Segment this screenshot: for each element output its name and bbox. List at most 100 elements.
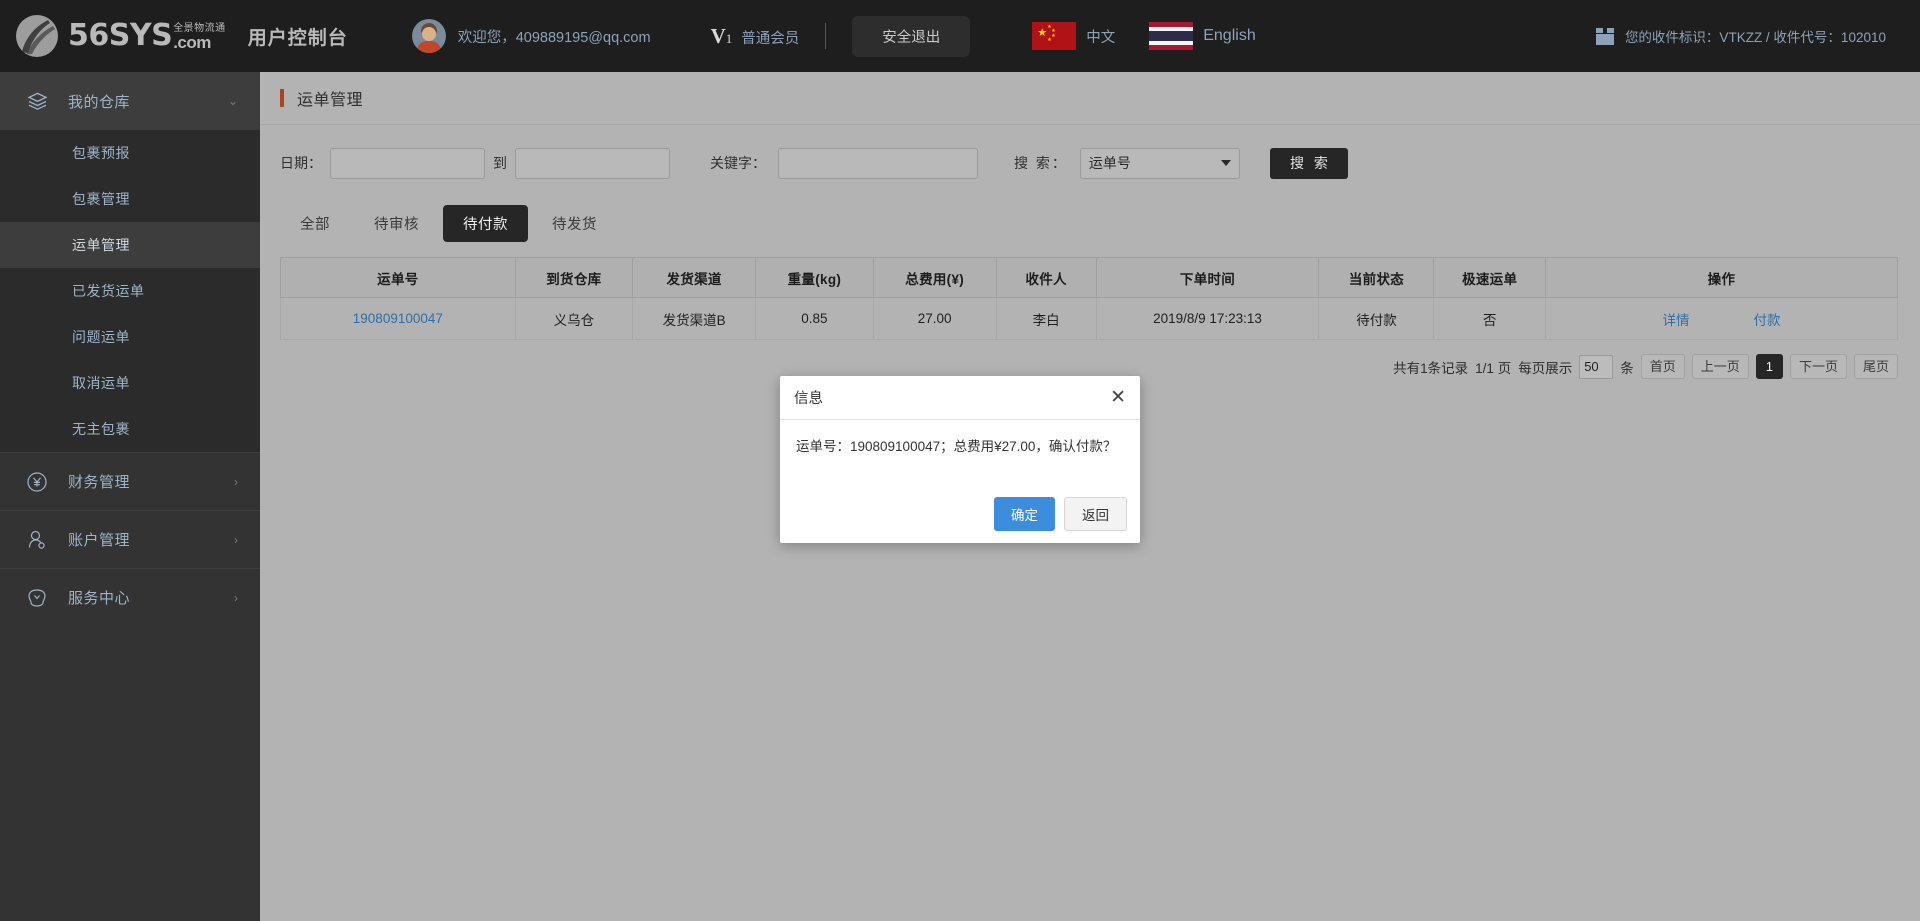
sidebar-item-cancelled-waybill[interactable]: 取消运单: [0, 360, 260, 406]
pagination-page-1-button[interactable]: 1: [1755, 354, 1783, 379]
search-field-select-wrap: 运单号: [1079, 147, 1240, 179]
avatar-face: [421, 27, 436, 41]
confirm-payment-dialog: 信息 ✕ 运单号：190809100047；总费用¥27.00，确认付款？ 确定…: [780, 376, 1140, 543]
user-icon: [22, 529, 52, 551]
confirm-button[interactable]: 确定: [994, 497, 1055, 531]
action-detail-link[interactable]: 详情: [1662, 309, 1689, 329]
tab-pending-review[interactable]: 待审核: [354, 205, 439, 242]
pagination-next-button[interactable]: 下一页: [1789, 354, 1847, 379]
sidebar-item-package-manage[interactable]: 包裹管理: [0, 176, 260, 222]
filter-bar: 日期： 到 关键字： 搜 索： 运单号 搜 索: [260, 125, 1920, 201]
flag-star-4: ★: [1047, 37, 1052, 43]
flag-stripe-blue: [1149, 31, 1194, 41]
cell-express: 否: [1433, 297, 1546, 340]
chevron-right-icon: ›: [234, 590, 238, 605]
chevron-right-icon: ›: [234, 474, 238, 489]
avatar[interactable]: [411, 19, 446, 53]
pagination-last-button[interactable]: 尾页: [1853, 354, 1898, 379]
sidebar-group-finance[interactable]: 财务管理 ›: [0, 452, 260, 510]
cell-total-fee: 27.00: [872, 297, 997, 340]
keyword-input[interactable]: [778, 147, 978, 179]
action-pay-link[interactable]: 付款: [1753, 309, 1780, 329]
sidebar-submenu-my-warehouse: 包裹预报 包裹管理 运单管理 已发货运单 问题运单 取消运单 无主包裹: [0, 130, 260, 452]
cell-actions: 详情 付款: [1544, 297, 1899, 340]
layers-icon: [22, 91, 52, 112]
per-page-label: 每页展示: [1518, 360, 1573, 376]
package-box-icon: [1595, 27, 1614, 45]
chevron-right-icon: ›: [234, 532, 238, 547]
receiver-info-group: 您的收件标识：VTKZZ / 收件代号：102010: [1595, 26, 1886, 46]
col-express: 极速运单: [1433, 257, 1546, 298]
box-body: [1595, 33, 1614, 45]
chevron-down-icon: [1220, 159, 1231, 166]
page-header: 运单管理: [260, 72, 1920, 124]
table-row: 190809100047 义乌仓 发货渠道B 0.85 27.00 李白 201…: [280, 297, 1899, 340]
cell-receiver: 李白: [995, 297, 1097, 340]
date-label: 日期：: [280, 155, 322, 171]
sidebar: 我的仓库 ⌄ 包裹预报 包裹管理 运单管理 已发货运单 问题运单 取消运单 无主…: [0, 72, 260, 921]
console-title: 用户控制台: [247, 27, 348, 49]
page-title: 运单管理: [297, 92, 364, 109]
cell-order-time: 2019/8/9 17:23:13: [1095, 297, 1320, 340]
receiver-info-text: 您的收件标识：VTKZZ / 收件代号：102010: [1624, 30, 1886, 45]
sidebar-group-service-center[interactable]: 服务中心 ›: [0, 568, 260, 626]
table-header-row: 运单号 到货仓库 发货渠道 重量(kg) 总费用(¥) 收件人 下单时间 当前状…: [280, 257, 1899, 298]
sidebar-item-package-forecast[interactable]: 包裹预报: [0, 130, 260, 176]
col-waybill-no: 运单号: [280, 257, 516, 298]
date-from-input[interactable]: [330, 147, 485, 179]
close-icon[interactable]: ✕: [1110, 388, 1126, 407]
col-total-fee: 总费用(¥): [872, 257, 997, 298]
cancel-button[interactable]: 返回: [1064, 497, 1127, 531]
header-divider: [825, 23, 827, 49]
keyword-label: 关键字：: [710, 155, 766, 171]
lang-english-label[interactable]: English: [1203, 27, 1255, 45]
sidebar-group-label: 财务管理: [68, 474, 131, 491]
site-logo[interactable]: 56SYS 全景物流通 .com: [14, 13, 226, 59]
china-flag-icon[interactable]: ★ ★ ★ ★ ★: [1032, 22, 1077, 50]
waybill-table: 运单号 到货仓库 发货渠道 重量(kg) 总费用(¥) 收件人 下单时间 当前状…: [280, 257, 1899, 340]
sidebar-item-unclaimed-package[interactable]: 无主包裹: [0, 406, 260, 452]
membership-badge: V 1 普通会员: [711, 24, 800, 49]
per-page-input[interactable]: [1579, 354, 1614, 379]
tab-all[interactable]: 全部: [280, 205, 350, 242]
search-field-label: 搜 索：: [1014, 155, 1068, 171]
logo-brand-text: 56SYS: [68, 18, 173, 53]
thailand-flag-icon[interactable]: [1149, 22, 1194, 50]
member-label: 普通会员: [741, 30, 800, 47]
col-receiver: 收件人: [995, 257, 1097, 298]
tab-pending-payment[interactable]: 待付款: [443, 204, 528, 242]
cell-weight: 0.85: [755, 297, 874, 340]
cell-channel: 发货渠道B: [632, 297, 757, 340]
waybill-table-wrap: 运单号 到货仓库 发货渠道 重量(kg) 总费用(¥) 收件人 下单时间 当前状…: [280, 257, 1900, 340]
search-button[interactable]: 搜 索: [1269, 147, 1348, 179]
search-field-select[interactable]: 运单号: [1079, 147, 1240, 179]
vip-level: 1: [725, 30, 733, 46]
sidebar-group-label: 服务中心: [68, 590, 131, 607]
vip-v-icon: V: [710, 23, 726, 48]
date-to-input[interactable]: [515, 147, 670, 179]
sidebar-group-account[interactable]: 账户管理 ›: [0, 510, 260, 568]
box-lid: [1595, 27, 1614, 33]
logout-button[interactable]: 安全退出: [852, 15, 971, 57]
sidebar-group-label: 我的仓库: [68, 93, 131, 111]
lang-chinese-label[interactable]: 中文: [1086, 26, 1115, 47]
page-title-accent-bar: [280, 89, 284, 107]
tab-pending-shipment[interactable]: 待发货: [532, 205, 617, 242]
pagination-first-button[interactable]: 首页: [1640, 354, 1685, 379]
page-indicator-text: 1/1 页: [1475, 360, 1512, 376]
avatar-body: [416, 41, 441, 53]
chevron-down-icon: ⌄: [227, 94, 238, 108]
sidebar-item-problem-waybill[interactable]: 问题运单: [0, 314, 260, 360]
col-warehouse: 到货仓库: [514, 257, 634, 298]
sidebar-group-my-warehouse[interactable]: 我的仓库 ⌄: [0, 72, 260, 130]
sidebar-group-label: 账户管理: [68, 532, 131, 549]
dialog-message: 运单号：190809100047；总费用¥27.00，确认付款？: [796, 439, 1117, 454]
sidebar-item-waybill-manage[interactable]: 运单管理: [0, 222, 260, 268]
cell-waybill-no[interactable]: 190809100047: [280, 297, 516, 340]
pagination-prev-button[interactable]: 上一页: [1691, 354, 1749, 379]
status-tabs: 全部 待审核 待付款 待发货: [260, 201, 1920, 245]
col-status: 当前状态: [1318, 257, 1435, 298]
flag-stripe-red-bottom: [1149, 45, 1194, 50]
waybill-no-link[interactable]: 190809100047: [353, 311, 443, 326]
sidebar-item-shipped-waybill[interactable]: 已发货运单: [0, 268, 260, 314]
